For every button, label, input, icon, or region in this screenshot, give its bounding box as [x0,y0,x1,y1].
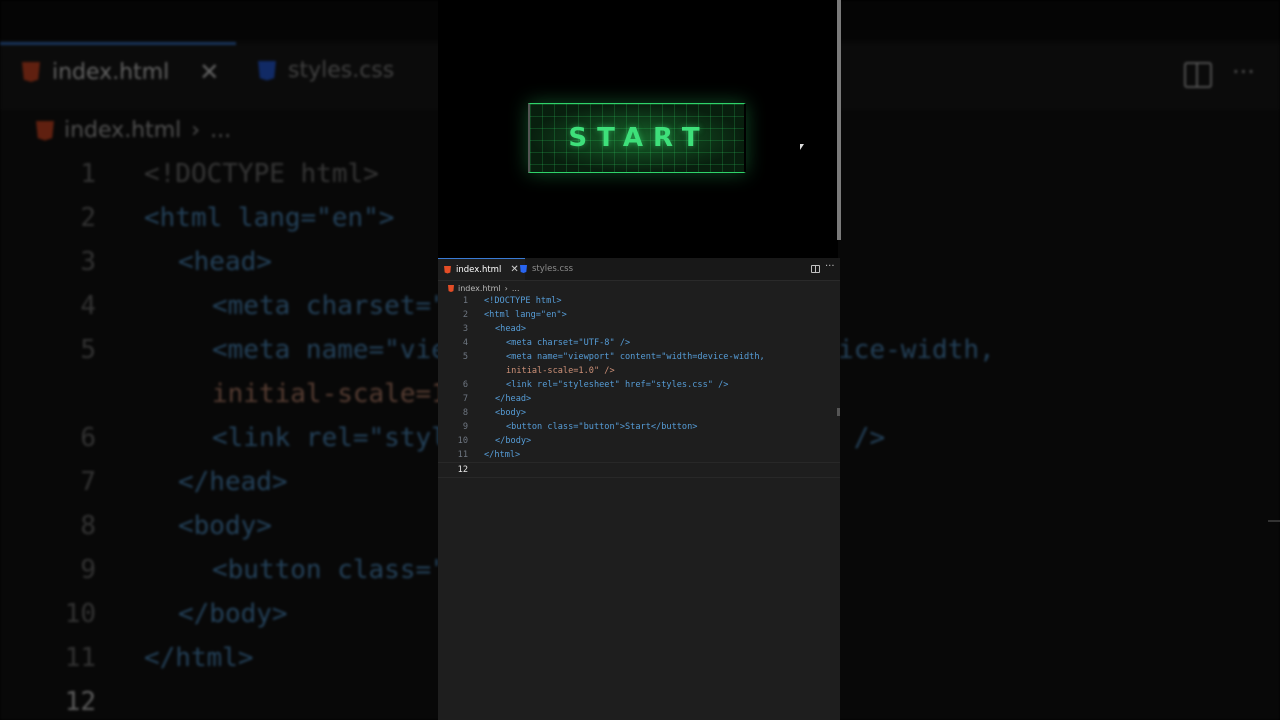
html5-icon [22,62,40,82]
code-text: </body> [495,436,532,446]
html5-icon [444,265,451,274]
code-area[interactable]: 1 <!DOCTYPE html> 2 <html lang="en"> 3 <hea… [438,294,840,478]
code-line: 9<button class="button">Start</button> [462,422,698,432]
html5-icon [36,120,54,141]
breadcrumb-file[interactable]: index.html [458,284,501,293]
code-line: 11 </html> [457,450,521,460]
close-icon: ✕ [199,58,220,86]
css3-icon [258,60,276,81]
mouse-cursor-icon [800,144,804,150]
code-line: 4 <meta charset="UTF-8" /> [462,338,631,348]
browser-preview: Start [438,0,841,258]
split-editor-icon [1184,62,1212,88]
code-line-current: 12 [438,462,840,478]
code-line: initial-scale=1.0" /> [438,364,840,378]
background-tab-styles-css: styles.css [258,58,394,83]
css3-icon [520,265,527,273]
code-text: <body> [495,408,527,418]
code-line: 1 <!DOCTYPE html> [462,296,562,306]
preview-scrollbar[interactable] [837,0,841,240]
more-actions-icon: ··· [1232,58,1255,86]
breadcrumb-file: index.html [64,118,182,143]
code-line: 5<meta name="viewport" content="width=de… [462,352,765,362]
code-editor: index.html ✕ styles.css ··· index.html ›… [438,258,840,720]
code-text: </html> [484,450,521,460]
window-edge-divider [1268,520,1280,522]
code-line: 10 </body> [457,436,532,446]
breadcrumb-rest: ... [210,118,232,143]
background-breadcrumb: index.html › ... [36,118,231,143]
breadcrumb-separator: › [504,284,508,293]
code-text: <head> [495,324,527,334]
code-text: </head> [495,394,532,404]
background-tab-index-html: index.html ✕ [22,58,219,86]
code-text: <link rel="stylesheet" href="styles.css"… [506,380,729,390]
start-button[interactable]: Start [528,103,746,173]
code-text: <meta name="viewport" content="width=dev… [506,352,765,362]
breadcrumb-separator: › [191,118,201,143]
tab-label: styles.css [532,264,574,274]
code-text: initial-scale=1.0" /> [506,366,615,376]
code-text: <button class="button">Start</button> [506,422,698,432]
background-tab-label: index.html [52,59,170,85]
code-text: <meta charset="UTF-8" /> [506,338,631,348]
background-tab-label: styles.css [288,58,395,83]
code-line: 8 <body> [462,408,527,418]
split-editor-icon[interactable] [811,265,820,273]
breadcrumb-rest[interactable]: ... [512,284,520,293]
code-text: <!DOCTYPE html> [484,296,562,306]
tab-label: index.html [456,264,502,275]
more-actions-icon[interactable]: ··· [825,261,835,272]
html5-icon [448,285,454,292]
code-line: 2 <html lang="en"> [462,310,567,320]
tab-styles-css[interactable]: styles.css [514,258,579,280]
code-line: 7 </head> [462,394,532,404]
code-line: 6<link rel="stylesheet" href="styles.css… [462,380,729,390]
code-line: 3 <head> [462,324,527,334]
editor-scrollbar[interactable] [837,408,840,416]
background-active-tab-indicator [0,42,236,45]
code-text: <html lang="en"> [484,310,567,320]
tab-index-html[interactable]: index.html ✕ [438,258,525,280]
